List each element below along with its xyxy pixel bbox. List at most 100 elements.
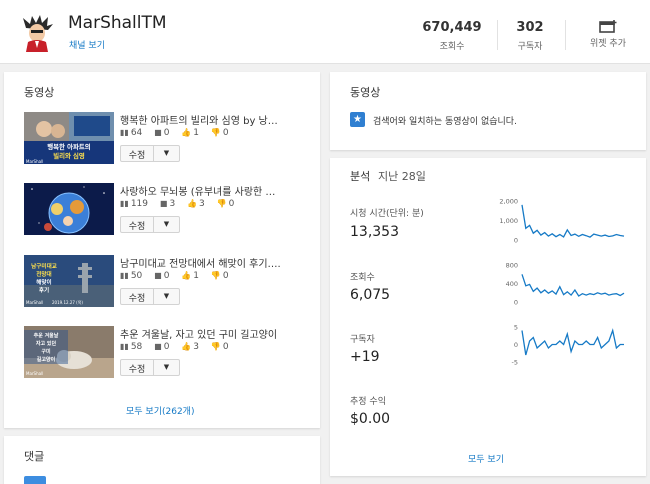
edit-button[interactable]: 수정	[121, 217, 154, 232]
video-title[interactable]: 사랑하오 무뇌봉 (유부녀를 사랑한 …	[120, 183, 290, 198]
comment-count: 0	[163, 128, 170, 138]
analytics-period: 지난 28일	[378, 170, 426, 183]
video-title[interactable]: 남구미대교 전망대에서 해맞이 후기….	[120, 255, 290, 270]
svg-text:후기: 후기	[39, 286, 49, 294]
chevron-down-icon[interactable]: ▼	[154, 217, 179, 232]
video-thumbnail[interactable]: 추운 겨울날 자고 있던 구미 길고양이 MarShall	[24, 326, 114, 378]
edit-button[interactable]: 수정	[121, 289, 154, 304]
video-thumbnail[interactable]: 남구미대교 전망대 해맞이 후기 MarShall 2019.12.27 (목)	[24, 255, 114, 307]
videos-card: 동영상 행복한 아파트의 빌리와 심영 MarShall 행복한 아파트의 빌리…	[4, 72, 320, 428]
video-thumbnail[interactable]	[24, 183, 114, 235]
see-all-analytics-link[interactable]: 모두 보기	[468, 452, 504, 465]
subscribers-metric-value: +19	[350, 349, 380, 365]
thumbs-up-icon: 👍	[181, 271, 192, 280]
thumbs-up-icon: 👍	[187, 199, 198, 208]
chevron-down-icon[interactable]: ▼	[154, 289, 179, 304]
video-stats: ▮▮ 50 ■ 0 👍 1 👎 0	[120, 271, 238, 281]
dislike-count: 0	[222, 128, 229, 138]
view-count: 58	[130, 342, 143, 352]
comment-count: 0	[163, 271, 170, 281]
svg-text:빌리와 심영: 빌리와 심영	[53, 151, 85, 160]
channel-name[interactable]: MarShallTM	[68, 13, 167, 33]
views-label: 조회수	[439, 42, 465, 52]
video-thumbnail[interactable]: 행복한 아파트의 빌리와 심영 MarShall	[24, 112, 114, 164]
watch-time-value: 13,353	[350, 224, 399, 240]
svg-text:행복한 아파트의: 행복한 아파트의	[47, 142, 91, 151]
view-count: 50	[130, 271, 143, 281]
edit-dropdown[interactable]: 수정 ▼	[120, 288, 180, 305]
svg-text:추운 겨울날: 추운 겨울날	[34, 332, 59, 339]
video-stats: ▮▮ 119 ■ 3 👍 3 👎 0	[120, 199, 243, 209]
comment-avatar[interactable]	[24, 476, 46, 484]
views-metric-value: 6,075	[350, 287, 391, 303]
video-title[interactable]: 추운 겨울날, 자고 있던 구미 길고양이	[120, 326, 290, 341]
svg-text:MarShall: MarShall	[26, 300, 43, 305]
edit-button[interactable]: 수정	[121, 146, 154, 161]
svg-text:길고양이: 길고양이	[37, 356, 56, 363]
sparkline-tick-label: 800	[506, 262, 518, 270]
subscribers-metric-label: 구독자	[350, 335, 375, 345]
views-icon: ▮▮	[120, 271, 129, 280]
thumbs-down-icon: 👎	[210, 128, 221, 137]
chevron-down-icon[interactable]: ▼	[154, 360, 179, 375]
header-divider	[565, 20, 566, 50]
chevron-down-icon[interactable]: ▼	[154, 146, 179, 161]
sparkline-series	[521, 204, 625, 238]
views-stat: 670,449 조회수	[418, 20, 486, 52]
video-title[interactable]: 행복한 아파트의 빌리와 심영 by 낭…	[120, 112, 290, 127]
video-stats: ▮▮ 58 ■ 0 👍 3 👎 0	[120, 342, 238, 352]
sparkline-tick-label: 0	[514, 341, 518, 349]
view-count: 119	[130, 199, 148, 209]
comment-count: 3	[169, 199, 176, 209]
thumbs-up-icon: 👍	[181, 342, 192, 351]
like-count: 3	[199, 199, 205, 209]
thumbs-down-icon: 👎	[210, 342, 221, 351]
search-videos-title: 동영상	[350, 86, 381, 99]
video-item: 사랑하오 무뇌봉 (유부녀를 사랑한 … ▮▮ 119 ■ 3 👍 3 👎 0 수정 ▼	[24, 183, 304, 243]
thumbs-down-icon: 👎	[216, 199, 227, 208]
svg-text:MarShall: MarShall	[26, 159, 43, 164]
views-metric-label: 조회수	[350, 273, 375, 283]
comments-card-title: 댓글	[24, 450, 45, 463]
comment-icon: ■	[154, 128, 162, 137]
views-icon: ▮▮	[120, 199, 129, 208]
like-count: 1	[193, 271, 200, 281]
video-item: 남구미대교 전망대 해맞이 후기 MarShall 2019.12.27 (목)…	[24, 255, 304, 315]
edit-dropdown[interactable]: 수정 ▼	[120, 359, 180, 376]
revenue-label: 추정 수익	[350, 397, 386, 407]
videos-card-title: 동영상	[24, 86, 55, 99]
svg-text:해맞이: 해맞이	[36, 278, 51, 286]
edit-dropdown[interactable]: 수정 ▼	[120, 216, 180, 233]
view-channel-link[interactable]: 채널 보기	[69, 38, 105, 51]
add-widget-button[interactable]: 위젯 추가	[580, 20, 636, 49]
star-icon: ★	[350, 112, 365, 127]
sparkline-tick-label: 0	[514, 237, 518, 245]
channel-header: MarShallTM 채널 보기 670,449 조회수 302 구독자 위젯 …	[0, 0, 650, 64]
edit-button[interactable]: 수정	[121, 360, 154, 375]
sparkline-tick-label: 1,000	[499, 217, 518, 225]
views-icon: ▮▮	[120, 342, 129, 351]
views-count: 670,449	[422, 20, 482, 35]
subscribers-count: 302	[516, 20, 544, 35]
subscribers-stat: 302 구독자	[505, 20, 555, 52]
dislike-count: 0	[228, 199, 235, 209]
analytics-title: 분석	[350, 170, 371, 183]
sparkline-tick-label: 0	[514, 299, 518, 307]
svg-text:자고 있던: 자고 있던	[36, 340, 57, 347]
views-sparkline: 800 400 0	[506, 262, 625, 307]
sparkline-tick-label: 5	[514, 324, 518, 332]
search-videos-card: 동영상 ★ 검색어와 일치하는 동영상이 없습니다.	[330, 72, 646, 150]
see-all-videos-link[interactable]: 모두 보기(262개)	[126, 404, 194, 417]
like-count: 3	[193, 342, 200, 352]
edit-dropdown[interactable]: 수정 ▼	[120, 145, 180, 162]
svg-text:전망대: 전망대	[36, 270, 51, 278]
comment-count: 0	[163, 342, 170, 352]
sparkline-tick-label: -5	[512, 359, 518, 367]
add-widget-label: 위젯 추가	[590, 39, 626, 49]
header-divider	[497, 20, 498, 50]
dislike-count: 0	[222, 342, 229, 352]
view-count: 64	[130, 128, 143, 138]
channel-avatar[interactable]	[18, 14, 56, 52]
thumbs-down-icon: 👎	[210, 271, 221, 280]
sparkline-tick-label: 2,000	[499, 198, 518, 206]
